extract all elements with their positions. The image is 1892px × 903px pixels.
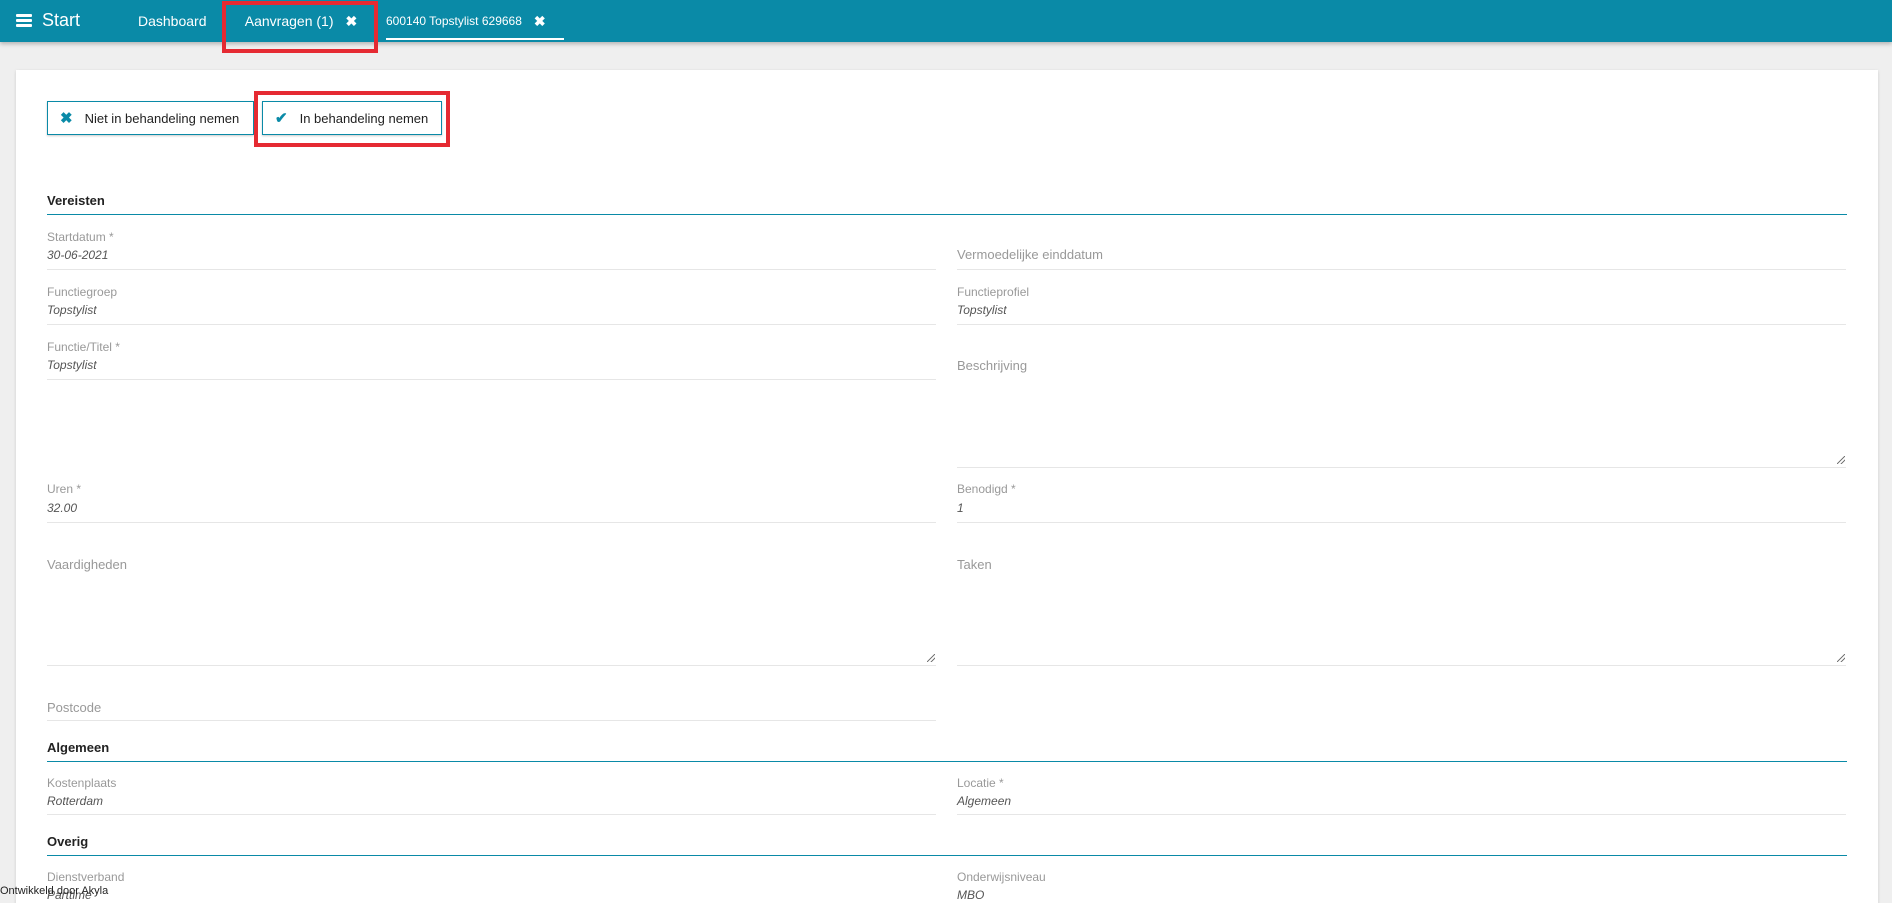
kostenplaats-field[interactable]: Kostenplaats Rotterdam xyxy=(47,776,936,815)
footer-credit: Ontwikkeld door Akyla xyxy=(0,885,109,897)
close-icon[interactable]: ✖ xyxy=(534,13,546,30)
close-icon[interactable]: ✖ xyxy=(345,13,357,30)
field-label: Kostenplaats xyxy=(47,776,117,790)
benodigd-field[interactable]: Benodigd * 1 xyxy=(957,482,1846,523)
tab-aanvragen[interactable]: Aanvragen (1) ✖ xyxy=(228,0,374,42)
tab-label: Dashboard xyxy=(138,13,207,29)
field-label: Vaardigheden xyxy=(47,557,127,572)
section-header-overig: Overig xyxy=(47,834,1847,856)
field-label: Functiegroep xyxy=(47,285,118,299)
button-label: Niet in behandeling nemen xyxy=(84,110,240,126)
uren-field[interactable]: Uren * 32.00 xyxy=(47,482,936,523)
field-label: Taken xyxy=(957,557,992,572)
taken-textarea[interactable]: Taken xyxy=(957,548,1846,666)
postcode-field[interactable]: Postcode xyxy=(47,690,936,721)
field-value: MBO xyxy=(957,888,985,902)
field-value: 32.00 xyxy=(47,501,78,515)
field-value: Topstylist xyxy=(47,358,97,372)
section-header-vereisten: Vereisten xyxy=(47,193,1847,215)
functieprofiel-field[interactable]: Functieprofiel Topstylist xyxy=(957,285,1846,325)
field-label: Postcode xyxy=(47,700,102,715)
tab-request-600140[interactable]: 600140 Topstylist 629668 ✖ xyxy=(386,0,564,42)
tab-dashboard[interactable]: Dashboard xyxy=(138,0,207,42)
beschrijving-textarea[interactable]: Beschrijving xyxy=(957,340,1846,468)
field-label: Vermoedelijke einddatum xyxy=(957,247,1103,262)
top-bar: Start Dashboard Aanvragen (1) ✖ 600140 T… xyxy=(0,0,1892,42)
field-value: Rotterdam xyxy=(47,794,104,808)
close-icon: ✖ xyxy=(60,110,73,127)
field-label: Functie/Titel * xyxy=(47,340,120,354)
functietitel-field[interactable]: Functie/Titel * Topstylist xyxy=(47,340,936,380)
field-label: Beschrijving xyxy=(957,358,1028,373)
startdatum-field[interactable]: Startdatum * 30-06-2021 xyxy=(47,230,936,270)
button-label: In behandeling nemen xyxy=(299,110,429,126)
field-label: Benodigd * xyxy=(957,482,1016,496)
checkmark-icon: ✔ xyxy=(275,110,288,127)
resize-handle-icon[interactable] xyxy=(927,654,935,662)
functiegroep-field[interactable]: Functiegroep Topstylist xyxy=(47,285,936,325)
dienstverband-field[interactable]: Dienstverband Parttime xyxy=(47,870,936,903)
tab-label: Aanvragen (1) xyxy=(244,13,334,29)
resize-handle-icon[interactable] xyxy=(1837,654,1845,662)
field-value: Topstylist xyxy=(957,303,1007,317)
field-label: Uren * xyxy=(47,482,82,496)
field-value: 1 xyxy=(957,501,964,515)
in-treatment-button[interactable]: ✔ In behandeling nemen xyxy=(262,101,442,135)
field-value: 30-06-2021 xyxy=(47,248,109,262)
field-label: Startdatum * xyxy=(47,230,114,244)
field-label: Functieprofiel xyxy=(957,285,1030,299)
menu-button[interactable]: Start xyxy=(16,8,80,32)
hamburger-icon xyxy=(16,13,32,27)
field-value: Algemeen xyxy=(957,794,1012,808)
section-header-algemeen: Algemeen xyxy=(47,740,1847,762)
tab-label: 600140 Topstylist 629668 xyxy=(386,14,522,28)
onderwijsniveau-field[interactable]: Onderwijsniveau MBO xyxy=(957,870,1846,903)
einddatum-field[interactable]: Vermoedelijke einddatum xyxy=(957,230,1846,270)
vaardigheden-textarea[interactable]: Vaardigheden xyxy=(47,548,936,666)
locatie-field[interactable]: Locatie * Algemeen xyxy=(957,776,1846,815)
field-label: Onderwijsniveau xyxy=(957,870,1046,884)
menu-label: Start xyxy=(42,9,81,30)
not-in-treatment-button[interactable]: ✖ Niet in behandeling nemen xyxy=(47,101,254,135)
field-label: Locatie * xyxy=(957,776,1004,790)
resize-handle-icon[interactable] xyxy=(1837,456,1845,464)
field-value: Topstylist xyxy=(47,303,97,317)
field-label: Dienstverband xyxy=(47,870,125,884)
